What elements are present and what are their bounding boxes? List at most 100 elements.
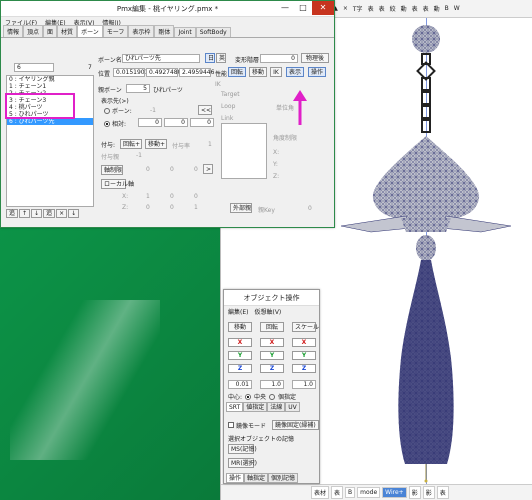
scale-mode-button[interactable]: スケール [292, 322, 319, 332]
transform-level-field[interactable]: 0 [260, 54, 298, 63]
close-button[interactable]: ✕ [312, 1, 334, 15]
tab-item[interactable]: 頂点 [23, 25, 44, 37]
list-action-button[interactable]: 追 [6, 209, 19, 218]
object-tab[interactable]: 値指定 [243, 402, 268, 412]
viewport-bottom-item[interactable]: Wire+ [382, 487, 407, 498]
tab-item[interactable]: 表示枠 [128, 25, 155, 37]
viewport-bottom-item[interactable]: 表 [436, 486, 449, 499]
bone-list-item[interactable]: 0 : イヤリング親 [7, 76, 93, 83]
tab-item[interactable]: Joint [174, 27, 196, 37]
z-axis-button[interactable]: Z [292, 364, 316, 373]
radio-checked-icon[interactable] [245, 393, 252, 400]
radio-unchecked-icon[interactable] [269, 393, 276, 400]
nav-back-button[interactable]: << [198, 105, 212, 115]
object-bottom-tab[interactable]: 軸指定 [244, 473, 269, 483]
list-action-button[interactable]: ↓ [68, 209, 80, 218]
tab-item[interactable]: 剛体 [154, 25, 175, 37]
tab-item[interactable]: SoftBody [195, 27, 231, 37]
list-action-button[interactable]: ↑ [19, 209, 31, 218]
physics-after-checkbox[interactable]: 物理後 [301, 53, 329, 63]
object-window-title[interactable]: オブジェクト操作 [224, 290, 319, 306]
grant-move-button[interactable]: 移動+ [145, 139, 167, 149]
viewport-toolbar-item[interactable]: T字 [351, 3, 365, 14]
pos-z-field[interactable]: 2.4959446 [179, 68, 214, 77]
fixed-axis-button[interactable]: 軸制限 [101, 165, 123, 175]
external-parent-button[interactable]: 外部親 [230, 203, 252, 213]
object-tab[interactable]: SRT [226, 402, 244, 412]
fixed-axis-arrow-button[interactable]: > [203, 164, 213, 174]
perf-ik-button[interactable]: IK [270, 67, 282, 77]
viewport-toolbar-item[interactable]: × [341, 4, 350, 13]
radio-bone[interactable]: ボーン: [104, 106, 132, 115]
minimize-button[interactable]: — [276, 1, 294, 15]
lang-jp-button[interactable]: 日 [205, 53, 215, 63]
viewport-toolbar-item[interactable]: 動 [399, 3, 409, 14]
obj-menu-virtual-axis[interactable]: 仮想軸(V) [254, 307, 281, 316]
ms-memory-button[interactable]: MS(記憶) [228, 444, 257, 454]
tab-item[interactable]: モーフ [102, 25, 129, 37]
list-action-button[interactable]: ↓ [31, 209, 43, 218]
viewport-bottom-item[interactable]: 影 [422, 486, 435, 499]
viewport-toolbar-item[interactable]: 表 [410, 3, 420, 14]
viewport-bottom-item[interactable]: 影 [408, 486, 421, 499]
ik-link-list[interactable] [221, 123, 267, 179]
tab-item[interactable]: 材質 [57, 25, 78, 37]
bone-name-field[interactable]: ひれパーツ先 [122, 54, 200, 63]
perf-rotate-button[interactable]: 回転 [228, 67, 246, 77]
y-axis-button[interactable]: Y [228, 351, 252, 360]
x-axis-button[interactable]: X [228, 338, 252, 347]
z-axis-button[interactable]: Z [260, 364, 284, 373]
object-tab[interactable]: 法線 [267, 402, 286, 412]
offset-x-field[interactable]: 0 [138, 118, 162, 127]
viewport-toolbar-item[interactable]: 動 [432, 3, 442, 14]
object-bottom-tab[interactable]: 操作 [226, 473, 245, 483]
tab-item[interactable]: 面 [43, 25, 58, 37]
radio-offset[interactable]: 相対: [104, 119, 126, 128]
perf-display-button[interactable]: 表示 [286, 67, 304, 77]
mr-recall-button[interactable]: MR(選択) [228, 458, 257, 468]
rotate-mode-button[interactable]: 回転 [260, 322, 284, 332]
scale-value-field[interactable]: 1.0 [292, 380, 316, 389]
grant-rotate-button[interactable]: 回転+ [120, 139, 142, 149]
list-action-button[interactable]: 追 [43, 209, 56, 218]
viewport-toolbar-item[interactable]: 表 [377, 3, 387, 14]
maximize-button[interactable]: □ [294, 1, 312, 15]
viewport-toolbar-item[interactable]: B [443, 4, 451, 13]
parent-index-field[interactable]: 5 [126, 84, 150, 93]
viewport-bottom-item[interactable]: 表材 [311, 486, 330, 499]
mirror-checkbox-icon[interactable] [228, 422, 234, 428]
lang-en-button[interactable]: 英 [216, 53, 226, 63]
center-middle-option[interactable]: 中央 [254, 392, 266, 401]
list-action-button[interactable]: × [56, 209, 68, 218]
viewport-toolbar-item[interactable]: 絞 [388, 3, 398, 14]
window-titlebar[interactable]: Pmx編集 - 桃イヤリング.pmx * — □ ✕ [1, 1, 334, 17]
tab-item[interactable]: ボーン [77, 25, 103, 37]
y-axis-button[interactable]: Y [260, 351, 284, 360]
center-individual-option[interactable]: 個指定 [278, 392, 296, 401]
viewport-bottom-item[interactable]: mode [357, 487, 381, 498]
tab-item[interactable]: 情報 [3, 25, 24, 37]
bone-list-item[interactable]: 6 : ひれパーツ先 [7, 118, 93, 125]
list-index-field[interactable]: 6 [14, 63, 54, 72]
rotate-value-field[interactable]: 1.0 [260, 380, 284, 389]
z-axis-button[interactable]: Z [228, 364, 252, 373]
y-axis-button[interactable]: Y [292, 351, 316, 360]
object-tab[interactable]: UV [285, 402, 300, 412]
viewport-toolbar-item[interactable]: 表 [366, 3, 376, 14]
move-value-field[interactable]: 0.01 [228, 380, 252, 389]
pos-y-field[interactable]: 0.4927480 [146, 68, 181, 77]
local-axis-button[interactable]: ローカル軸 [101, 179, 134, 189]
viewport-toolbar-item[interactable]: W [452, 4, 462, 13]
object-bottom-tab[interactable]: 個別記憶 [268, 473, 299, 483]
perf-operate-button[interactable]: 操作 [308, 67, 326, 77]
viewport-bottom-item[interactable]: 表 [331, 486, 344, 499]
perf-move-button[interactable]: 移動 [249, 67, 267, 77]
x-axis-button[interactable]: X [260, 338, 284, 347]
pos-x-field[interactable]: 0.0151901 [113, 68, 148, 77]
bone-list-item[interactable]: 1 : チェーン1 [7, 83, 93, 90]
mirror-fixed-button[interactable]: 鏡像固定(縁補) [272, 420, 319, 430]
x-axis-button[interactable]: X [292, 338, 316, 347]
offset-z-field[interactable]: 0 [190, 118, 214, 127]
viewport-toolbar-item[interactable]: 表 [421, 3, 431, 14]
offset-y-field[interactable]: 0 [164, 118, 188, 127]
